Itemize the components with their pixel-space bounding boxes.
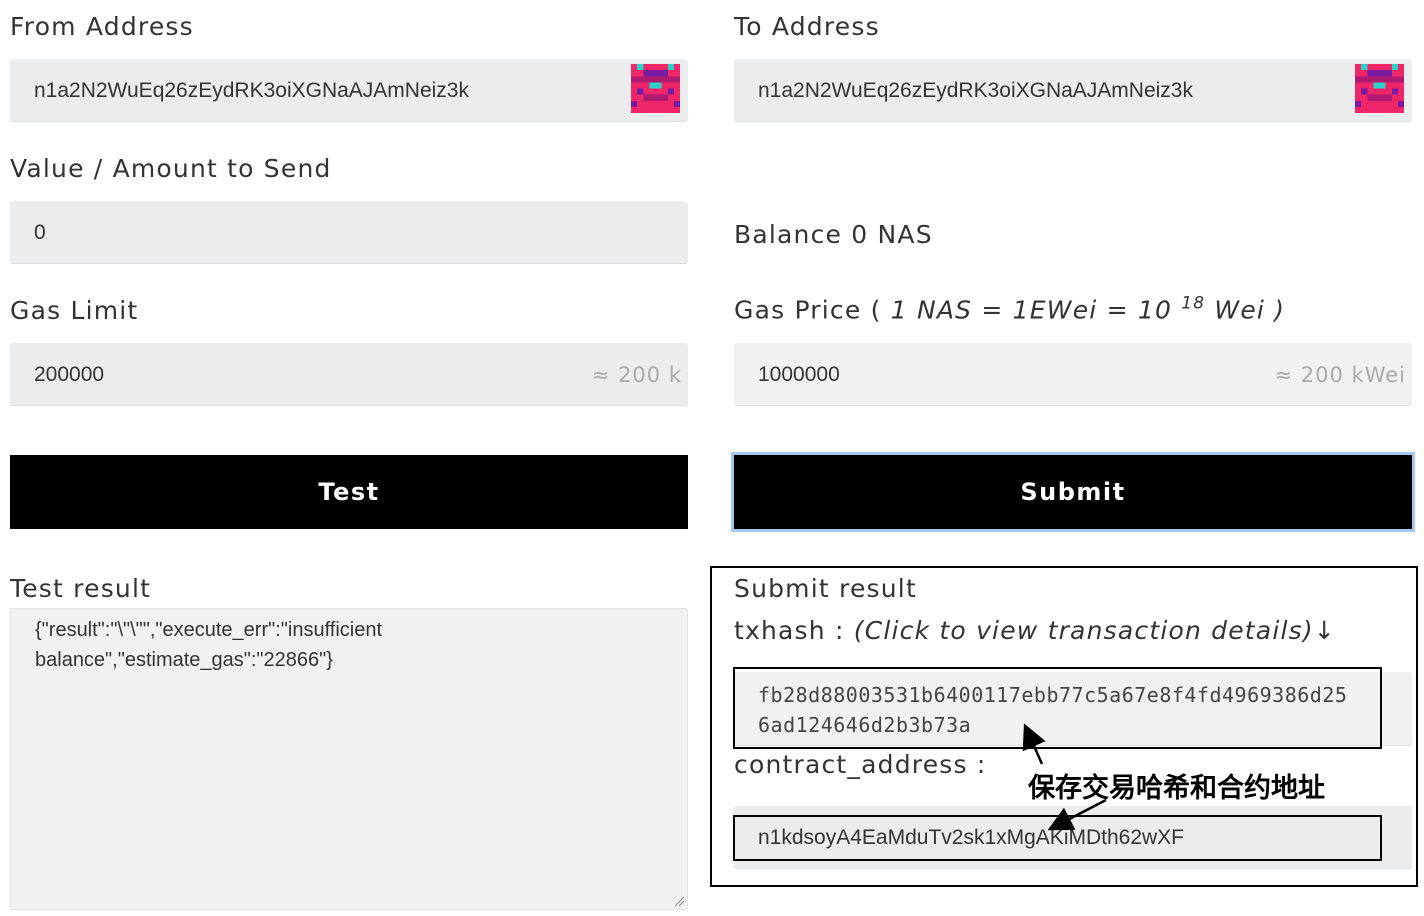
gas-limit-value: 200000 [34,362,105,386]
to-address-label: To Address [734,12,880,41]
amount-value: 0 [34,220,46,244]
submit-result-label: Submit result [734,574,917,603]
to-address-value: n1a2N2WuEq26zEydRK3oiXGNaAJAmNeiz3k [758,78,1193,102]
gas-price-label-formula: 1 NAS = 1EWei = 10 [890,295,1182,325]
gas-limit-label: Gas Limit [10,296,139,325]
gas-price-label-prefix: Gas Price ( [734,295,891,325]
txhash-details-link[interactable]: (Click to view transaction details)↓ [854,616,1336,645]
test-result-textarea[interactable]: {"result":"\"\"","execute_err":"insuffic… [10,608,688,910]
identicon-icon [631,64,680,113]
from-address-field[interactable]: n1a2N2WuEq26zEydRK3oiXGNaAJAmNeiz3k [10,59,688,122]
annotation-text: 保存交易哈希和合约地址 [1028,773,1325,804]
gas-price-input[interactable]: 1000000 ≈ 200 kWei [734,343,1412,406]
test-result-text: {"result":"\"\"","execute_err":"insuffic… [35,619,383,671]
amount-label: Value / Amount to Send [10,154,332,183]
gas-price-hint: ≈ 200 kWei [1274,362,1406,387]
gas-price-label-suffix: Wei ) [1205,295,1286,325]
txhash-label: txhash : [734,616,854,645]
test-result-label: Test result [10,574,152,603]
contract-address-label: contract_address : [734,750,987,779]
gas-price-value: 1000000 [758,362,840,386]
from-address-value: n1a2N2WuEq26zEydRK3oiXGNaAJAmNeiz3k [34,78,469,102]
amount-input[interactable]: 0 [10,201,688,264]
gas-price-label: Gas Price ( 1 NAS = 1EWei = 10 18 Wei ) [734,294,1285,324]
identicon-icon [1355,64,1404,113]
gas-price-label-exponent: 18 [1181,294,1206,314]
to-address-field[interactable]: n1a2N2WuEq26zEydRK3oiXGNaAJAmNeiz3k [734,59,1412,122]
resize-grip-icon[interactable] [673,895,685,907]
submit-button[interactable]: Submit [734,455,1412,529]
txhash-highlight-box [733,667,1382,749]
gas-limit-input[interactable]: 200000 ≈ 200 k [10,343,688,406]
txhash-row: txhash : (Click to view transaction deta… [734,616,1336,645]
balance-text: Balance 0 NAS [734,220,933,249]
contract-highlight-box [733,815,1382,861]
from-address-label: From Address [10,12,194,41]
gas-limit-hint: ≈ 200 k [591,362,682,387]
test-button[interactable]: Test [10,455,688,529]
